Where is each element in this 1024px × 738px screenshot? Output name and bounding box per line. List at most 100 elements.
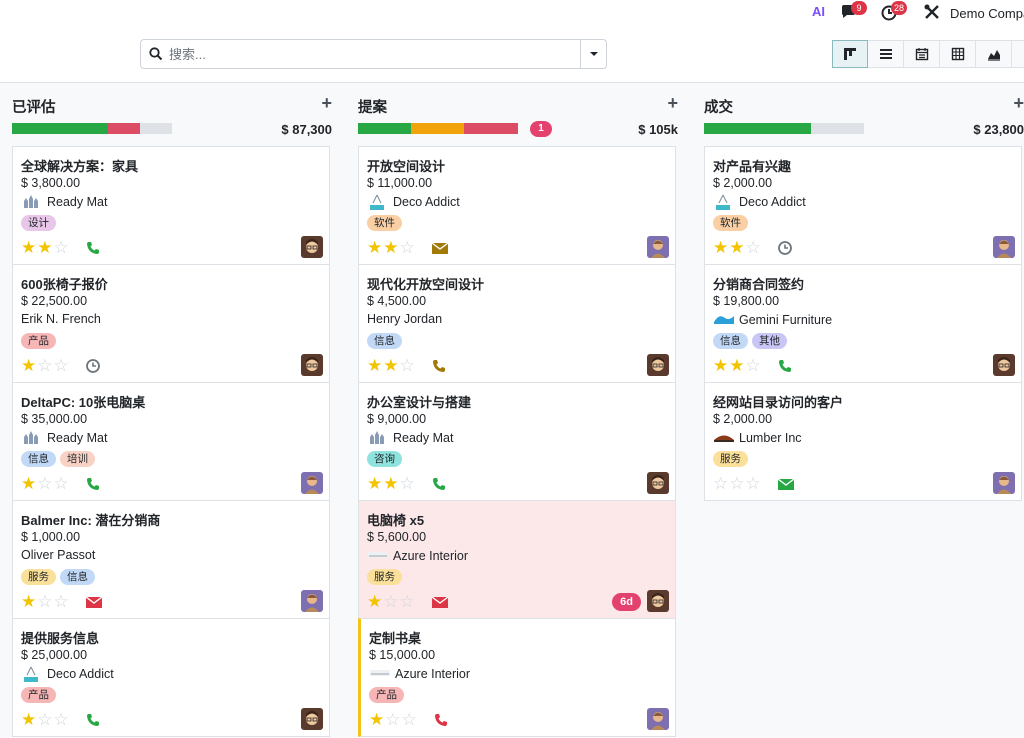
avatar[interactable] (301, 708, 323, 730)
phone-icon[interactable] (777, 358, 793, 374)
view-calendar-button[interactable] (904, 40, 940, 68)
kanban-card[interactable]: 办公室设计与搭建 $ 9,000.00 Ready Mat 咨询 ★ ★ ☆ (358, 382, 676, 501)
kanban-card[interactable]: DeltaPC: 10张电脑桌 $ 35,000.00 Ready Mat 信息 培训 ★… (12, 382, 330, 501)
avatar[interactable] (993, 472, 1015, 494)
avatar[interactable] (301, 472, 323, 494)
avatar[interactable] (301, 590, 323, 612)
star-icon[interactable]: ★ (713, 357, 728, 374)
column-progress-bar[interactable] (704, 123, 864, 134)
star-icon[interactable]: ★ (729, 357, 744, 374)
company-switcher[interactable]: Demo Compa (950, 6, 1024, 21)
ai-icon[interactable]: AI (812, 4, 825, 19)
priority-stars[interactable]: ★ ☆ ☆ (21, 357, 69, 374)
clock-icon[interactable] (777, 240, 793, 256)
star-icon[interactable]: ☆ (746, 475, 761, 492)
priority-stars[interactable]: ☆ ☆ ☆ (713, 475, 761, 492)
envelope-icon[interactable] (431, 240, 449, 256)
progress-segment[interactable] (108, 123, 140, 134)
kanban-card[interactable]: 经网站目录访问的客户 $ 2,000.00 Lumber Inc 服务 ☆ ☆ ☆ (704, 382, 1022, 501)
star-icon[interactable]: ☆ (37, 711, 52, 728)
envelope-icon[interactable] (777, 476, 795, 492)
star-icon[interactable]: ☆ (385, 711, 400, 728)
kanban-card[interactable]: 对产品有兴趣 $ 2,000.00 Deco Addict 软件 ★ ★ ☆ (704, 146, 1022, 265)
star-icon[interactable]: ☆ (400, 357, 415, 374)
priority-stars[interactable]: ★ ☆ ☆ (367, 593, 415, 610)
kanban-card[interactable]: 定制书桌 $ 15,000.00 Azure Interior 产品 ★ ☆ ☆ (358, 618, 676, 737)
star-icon[interactable]: ☆ (37, 357, 52, 374)
phone-icon[interactable] (431, 358, 447, 374)
star-icon[interactable]: ☆ (402, 711, 417, 728)
phone-icon[interactable] (85, 240, 101, 256)
priority-stars[interactable]: ★ ★ ☆ (367, 239, 415, 256)
star-icon[interactable]: ☆ (746, 357, 761, 374)
phone-icon[interactable] (85, 476, 101, 492)
priority-stars[interactable]: ★ ☆ ☆ (21, 475, 69, 492)
star-icon[interactable]: ★ (21, 711, 36, 728)
envelope-icon[interactable] (431, 594, 449, 610)
progress-segment[interactable] (12, 123, 108, 134)
column-progress-bar[interactable] (358, 123, 518, 134)
star-icon[interactable]: ★ (37, 239, 52, 256)
star-icon[interactable]: ★ (21, 475, 36, 492)
star-icon[interactable]: ☆ (54, 475, 69, 492)
star-icon[interactable]: ☆ (746, 239, 761, 256)
priority-stars[interactable]: ★ ☆ ☆ (21, 593, 69, 610)
add-card-button[interactable]: + (667, 94, 678, 112)
progress-segment[interactable] (463, 123, 518, 134)
star-icon[interactable]: ★ (367, 239, 382, 256)
phone-icon[interactable] (433, 712, 449, 728)
priority-stars[interactable]: ★ ☆ ☆ (21, 711, 69, 728)
view-graph-button[interactable] (976, 40, 1012, 68)
activity-clock-icon[interactable]: 28 (880, 1, 908, 23)
kanban-card[interactable]: Balmer Inc: 潜在分销商 $ 1,000.00 Oliver Passot… (12, 500, 330, 619)
avatar[interactable] (647, 236, 669, 258)
search-input[interactable] (169, 44, 569, 64)
star-icon[interactable]: ☆ (383, 593, 398, 610)
star-icon[interactable]: ☆ (54, 593, 69, 610)
star-icon[interactable]: ☆ (54, 357, 69, 374)
envelope-icon[interactable] (85, 594, 103, 610)
view-list-button[interactable] (868, 40, 904, 68)
kanban-card[interactable]: 分销商合同签约 $ 19,800.00 Gemini Furniture 信息 其他 ★ ★… (704, 264, 1022, 383)
priority-stars[interactable]: ★ ★ ☆ (21, 239, 69, 256)
avatar[interactable] (647, 708, 669, 730)
star-icon[interactable]: ★ (383, 239, 398, 256)
kanban-card[interactable]: 开放空间设计 $ 11,000.00 Deco Addict 软件 ★ ★ ☆ (358, 146, 676, 265)
kanban-card[interactable]: 600张椅子报价 $ 22,500.00 Erik N. French 产品 ★ ☆ ☆ (12, 264, 330, 383)
avatar[interactable] (647, 472, 669, 494)
view-map-button[interactable] (1012, 40, 1024, 68)
avatar[interactable] (993, 236, 1015, 258)
priority-stars[interactable]: ★ ★ ☆ (713, 357, 761, 374)
star-icon[interactable]: ★ (383, 357, 398, 374)
priority-stars[interactable]: ★ ★ ☆ (713, 239, 761, 256)
overdue-count-badge[interactable]: 1 (530, 121, 552, 137)
view-pivot-button[interactable] (940, 40, 976, 68)
avatar[interactable] (647, 590, 669, 612)
kanban-card[interactable]: 全球解决方案：家具 $ 3,800.00 Ready Mat 设计 ★ ★ ☆ (12, 146, 330, 265)
star-icon[interactable]: ☆ (54, 711, 69, 728)
star-icon[interactable]: ☆ (400, 475, 415, 492)
star-icon[interactable]: ★ (367, 593, 382, 610)
kanban-card[interactable]: 电脑椅 x5 $ 5,600.00 Azure Interior 服务 ★ ☆ ☆ 6d (358, 500, 676, 619)
phone-icon[interactable] (85, 712, 101, 728)
column-progress-bar[interactable] (12, 123, 172, 134)
chat-icon[interactable]: 9 (840, 1, 867, 23)
star-icon[interactable]: ★ (367, 475, 382, 492)
avatar[interactable] (301, 354, 323, 376)
star-icon[interactable]: ☆ (400, 239, 415, 256)
star-icon[interactable]: ★ (367, 357, 382, 374)
priority-stars[interactable]: ★ ★ ☆ (367, 475, 415, 492)
star-icon[interactable]: ★ (729, 239, 744, 256)
add-card-button[interactable]: + (1013, 94, 1024, 112)
star-icon[interactable]: ☆ (37, 593, 52, 610)
star-icon[interactable]: ★ (369, 711, 384, 728)
avatar[interactable] (647, 354, 669, 376)
star-icon[interactable]: ☆ (400, 593, 415, 610)
clock-icon[interactable] (85, 358, 101, 374)
progress-segment[interactable] (410, 123, 464, 134)
priority-stars[interactable]: ★ ★ ☆ (367, 357, 415, 374)
progress-segment[interactable] (704, 123, 812, 134)
add-card-button[interactable]: + (321, 94, 332, 112)
star-icon[interactable]: ★ (713, 239, 728, 256)
progress-segment[interactable] (358, 123, 411, 134)
